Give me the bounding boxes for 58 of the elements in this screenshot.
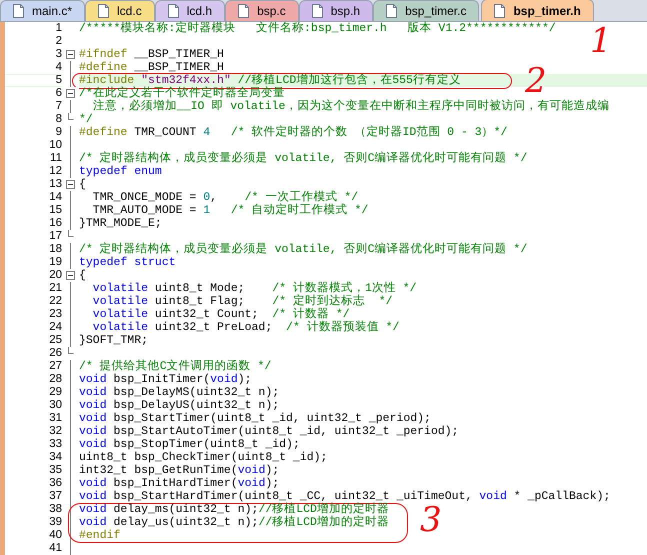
code-line: {: [79, 269, 86, 282]
file-tab[interactable]: bsp_timer.c: [373, 0, 480, 21]
fold-toggle-icon[interactable]: [66, 89, 75, 98]
code-line: volatile uint32_t Count; /* 计数器 */: [92, 308, 350, 321]
file-icon: [494, 4, 506, 18]
code-line: volatile uint32_t PreLoad; /* 计数器预装值 */: [92, 321, 400, 334]
code-line: typedef struct: [79, 256, 176, 269]
file-tab[interactable]: main.c*: [0, 0, 86, 21]
code-line: void bsp_InitHardTimer(void);: [79, 477, 280, 490]
code-line: typedef enum: [79, 165, 162, 178]
code-line: void bsp_StopTimer(uint8_t _id);: [79, 438, 300, 451]
fold-toggle-icon[interactable]: [66, 50, 75, 59]
code-line: void bsp_StartHardTimer(uint8_t _CC, uint32_t _uiTimeOut, void * _pCallBack);: [79, 490, 610, 503]
code-line: void bsp_DelayUS(uint32_t n);: [79, 399, 280, 412]
code-line: volatile uint8_t Flag; /* 定时到达标志 */: [92, 295, 393, 308]
code-line: #endif: [79, 529, 120, 542]
code-line: #include "stm32f4xx.h" //移植LCD增加这行包含，在555行有定义: [79, 74, 461, 87]
code-line: 注意，必须增加__IO 即 volatile，因为这个变量在中断和主程序中同时被访问，有可能造成编: [92, 100, 610, 113]
code-line: */: [79, 113, 93, 126]
code-line: void delay_us(uint32_t n);//移植LCD增加的定时器: [79, 516, 389, 529]
code-line: TMR_ONCE_MODE = 0, /* 一次工作模式 */: [92, 191, 358, 204]
code-line: void bsp_InitTimer(void);: [79, 373, 252, 386]
code-line: #define TMR_COUNT 4 /* 软件定时器的个数 （定时器ID范围 0 - 3）*/: [79, 126, 508, 139]
code-line: }TMR_MODE_E;: [79, 217, 162, 230]
code-line: /*****模块名称:定时器模块 文件名称:bsp_timer.h 版本 V1.2************/: [79, 22, 556, 35]
file-tab[interactable]: bsp.c: [225, 0, 299, 21]
code-line: TMR_AUTO_MODE = 1 /* 自动定时工作模式 */: [92, 204, 368, 217]
code-line: void bsp_DelayMS(uint32_t n);: [79, 386, 280, 399]
code-line: #ifndef __BSP_TIMER_H: [79, 48, 224, 61]
file-icon: [238, 4, 250, 18]
code-line: void bsp_StartTimer(uint8_t _id, uint32_t _period);: [79, 412, 431, 425]
fold-toggle-icon[interactable]: [66, 180, 75, 189]
code-line: /* 定时器结构体，成员变量必须是 volatile, 否则C编译器优化时可能有问题 */: [79, 243, 528, 256]
file-icon: [13, 4, 24, 18]
file-icon: [312, 4, 323, 18]
code-line: }SOFT_TMR;: [79, 334, 148, 347]
file-icon: [168, 4, 179, 18]
code-line: {: [79, 178, 86, 191]
code-line: /* 定时器结构体，成员变量必须是 volatile, 否则C编译器优化时可能有问题 */: [79, 152, 528, 165]
annotation-number: 3: [420, 503, 442, 537]
code-line: volatile uint8_t Mode; /* 计数器模式，1次性 */: [92, 282, 417, 295]
file-tab[interactable]: lcd.h: [154, 0, 226, 21]
code-line: /*在此定义若干个软件定时器全局变量: [79, 87, 285, 100]
annotation-number: 1: [590, 24, 612, 58]
annotation-number: 2: [525, 64, 547, 98]
file-icon: [386, 4, 398, 18]
fold-toggle-icon[interactable]: [66, 271, 75, 280]
code-line: int32_t bsp_GetRunTime(void);: [79, 464, 280, 477]
code-line: void bsp_StartAutoTimer(uint8_t _id, uint32_t _period);: [79, 425, 459, 438]
code-line: #define __BSP_TIMER_H: [79, 61, 224, 74]
line-number: 5: [5, 74, 62, 86]
file-icon: [98, 4, 110, 18]
file-tab[interactable]: bsp.h: [298, 0, 374, 21]
code-line: void delay_ms(uint32_t n);//移植LCD增加的定时器: [79, 503, 389, 516]
file-tab[interactable]: bsp_timer.h: [481, 0, 594, 21]
code-line: uint8_t bsp_CheckTimer(uint8_t _id);: [79, 451, 328, 464]
file-tab[interactable]: lcd.c: [85, 0, 155, 21]
code-line: /* 提供给其他C文件调用的函数 */: [79, 360, 272, 373]
